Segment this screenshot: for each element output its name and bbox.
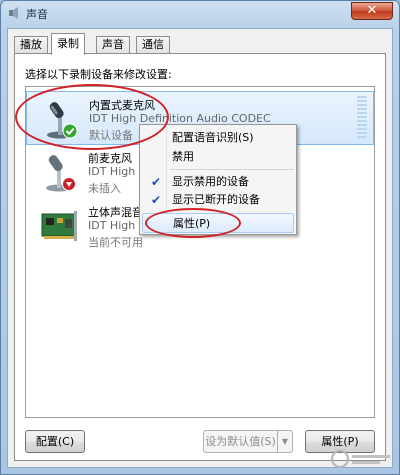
tab-sounds[interactable]: 声音 bbox=[96, 36, 130, 54]
set-default-label: 设为默认值(S) bbox=[205, 435, 276, 448]
close-button[interactable]: ✕ bbox=[351, 2, 393, 20]
microphone-icon bbox=[46, 155, 76, 192]
level-meter bbox=[357, 96, 367, 140]
instruction-text: 选择以下录制设备来修改设置: bbox=[25, 68, 172, 81]
menu-item-label: 禁用 bbox=[172, 150, 194, 163]
checkmark-icon: ✔ bbox=[150, 175, 162, 189]
window-title: 声音 bbox=[26, 8, 48, 21]
menu-item-show-disabled[interactable]: ✔ 显示禁用的设备 bbox=[142, 172, 294, 192]
context-menu: 配置语音识别(S) 禁用 ✔ 显示禁用的设备 ✔ 显示已断开的设备 属性(P) bbox=[139, 124, 297, 235]
tab-communications[interactable]: 通信 bbox=[136, 36, 170, 54]
microphone-icon bbox=[47, 102, 78, 139]
menu-item-properties[interactable]: 属性(P) bbox=[142, 213, 294, 233]
device-status: 当前不可用 bbox=[88, 236, 143, 249]
device-name: 立体声混音 bbox=[88, 206, 143, 219]
sound-dialog: 声音 ✕ 播放 录制 声音 通信 选择以下录制设备来修改设置: 内置式麦克风 I… bbox=[0, 0, 400, 475]
device-name: 内置式麦克风 bbox=[89, 99, 155, 112]
tab-playback[interactable]: 播放 bbox=[14, 36, 48, 54]
menu-separator bbox=[170, 169, 294, 170]
dialog-client-area: 播放 录制 声音 通信 选择以下录制设备来修改设置: 内置式麦克风 IDT Hi… bbox=[7, 28, 393, 468]
speaker-icon bbox=[9, 7, 18, 19]
tab-recording[interactable]: 录制 bbox=[51, 33, 85, 55]
device-name: 前麦克风 bbox=[88, 152, 132, 165]
watermark-logo bbox=[331, 450, 390, 468]
title-bar[interactable]: 声音 ✕ bbox=[1, 1, 399, 25]
menu-item-configure-speech[interactable]: 配置语音识别(S) bbox=[142, 128, 294, 148]
device-status: 默认设备 bbox=[89, 129, 133, 142]
menu-item-label: 显示禁用的设备 bbox=[172, 175, 249, 188]
menu-item-label: 配置语音识别(S) bbox=[172, 131, 254, 144]
set-default-button: 设为默认值(S) ▼ bbox=[203, 430, 293, 453]
configure-button[interactable]: 配置(C) bbox=[25, 430, 85, 453]
checkmark-icon: ✔ bbox=[150, 193, 162, 207]
device-status: 未插入 bbox=[88, 182, 121, 195]
sound-card-icon bbox=[41, 211, 77, 241]
menu-item-label: 显示已断开的设备 bbox=[172, 193, 260, 206]
menu-item-disable[interactable]: 禁用 bbox=[142, 147, 294, 167]
recording-panel: 选择以下录制设备来修改设置: 内置式麦克风 IDT High Definitio… bbox=[14, 53, 386, 461]
chevron-down-icon: ▼ bbox=[277, 431, 292, 452]
menu-item-show-disconnected[interactable]: ✔ 显示已断开的设备 bbox=[142, 190, 294, 210]
menu-item-label: 属性(P) bbox=[173, 217, 211, 230]
